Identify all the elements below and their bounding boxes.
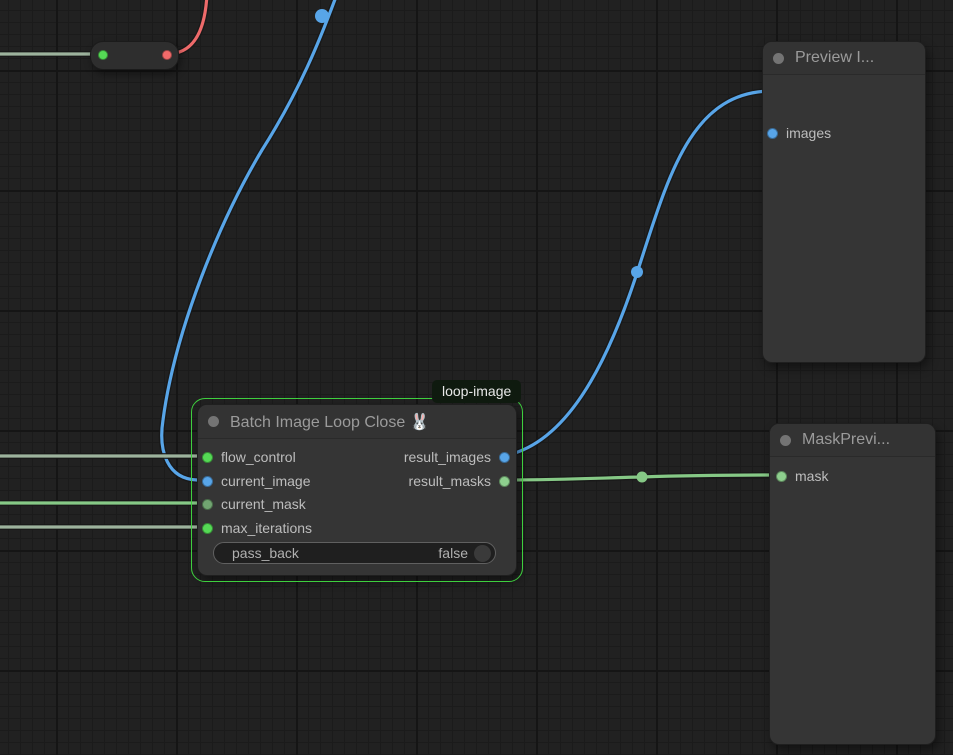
port-label: current_mask: [221, 496, 306, 512]
node-mask-preview[interactable]: MaskPrevi... mask: [769, 423, 936, 745]
port-row-images: images: [763, 123, 925, 143]
node-header[interactable]: Preview I...: [763, 42, 925, 75]
output-port-result-images[interactable]: [499, 452, 510, 463]
input-port-max-iterations[interactable]: [202, 523, 213, 534]
node-graph-canvas[interactable]: Preview I... images MaskPrevi... mask lo…: [0, 0, 953, 755]
node-header[interactable]: Batch Image Loop Close 🐰: [198, 405, 516, 439]
input-port-mask[interactable]: [776, 471, 787, 482]
node-title: Batch Image Loop Close 🐰: [230, 412, 430, 432]
port-row-mask: mask: [770, 466, 935, 486]
link-midpoint-dot[interactable]: [315, 9, 329, 23]
widget-value: false: [438, 545, 468, 561]
widget-label: pass_back: [232, 545, 438, 561]
collapsed-node[interactable]: [90, 41, 179, 70]
port-label: result_images: [404, 449, 491, 465]
toggle-knob-icon[interactable]: [474, 545, 491, 562]
collapse-dot-icon[interactable]: [208, 416, 219, 427]
link-midpoint-dot[interactable]: [637, 472, 648, 483]
collapse-dot-icon[interactable]: [780, 435, 791, 446]
port-label: result_masks: [409, 473, 491, 489]
input-port-current-mask[interactable]: [202, 499, 213, 510]
port-label: mask: [795, 468, 828, 484]
node-title: MaskPrevi...: [802, 431, 890, 449]
input-port-images[interactable]: [767, 128, 778, 139]
collapsed-node-output-port-red[interactable]: [162, 50, 172, 60]
node-header[interactable]: MaskPrevi...: [770, 424, 935, 457]
port-label: max_iterations: [221, 520, 312, 536]
collapse-dot-icon[interactable]: [773, 53, 784, 64]
node-title: Preview I...: [795, 49, 874, 67]
node-badge: loop-image: [432, 380, 521, 403]
port-row-max-iterations: max_iterations: [198, 518, 516, 538]
pass-back-widget[interactable]: pass_back false: [213, 542, 496, 564]
node-preview-image[interactable]: Preview I... images: [762, 41, 926, 363]
port-row-result-images: result_images: [198, 447, 516, 467]
node-batch-image-loop-close[interactable]: loop-image Batch Image Loop Close 🐰 flow…: [197, 404, 517, 576]
port-row-current-mask: current_mask: [198, 494, 516, 514]
collapsed-node-output-port-green[interactable]: [98, 50, 108, 60]
output-port-result-masks[interactable]: [499, 476, 510, 487]
port-label: images: [786, 125, 831, 141]
port-row-result-masks: result_masks: [198, 471, 516, 491]
link-midpoint-dot[interactable]: [631, 266, 643, 278]
